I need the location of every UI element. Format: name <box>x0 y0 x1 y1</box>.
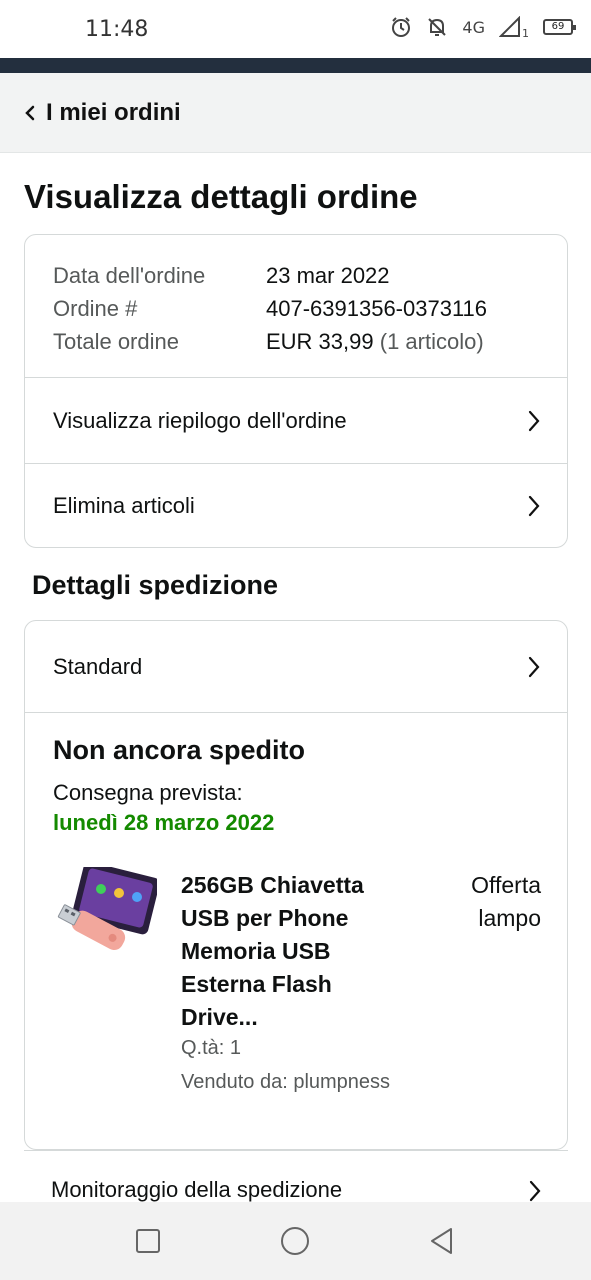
order-date-label: Data dell'ordine <box>53 262 206 288</box>
product-name[interactable]: 256GB Chiavetta USB per Phone Memoria US… <box>181 869 411 1034</box>
back-navigation[interactable]: I miei ordini <box>0 73 591 153</box>
recent-apps-icon[interactable] <box>133 1226 163 1256</box>
order-number-value: 407-6391356-0373116 <box>266 295 488 321</box>
chevron-right-icon <box>529 1180 541 1202</box>
remove-items-label: Elimina articoli <box>53 493 195 518</box>
order-total-value: EUR 33,99 (1 articolo) <box>266 329 484 355</box>
shipping-section-title: Dettagli spedizione <box>32 570 279 600</box>
product-item[interactable]: 256GB Chiavetta USB per Phone Memoria US… <box>53 867 541 1107</box>
status-bar: 11:48 4G 1 69 <box>0 0 591 58</box>
app-top-bar <box>0 58 591 73</box>
delivery-estimate-label: Consegna prevista: <box>53 780 243 805</box>
shipping-method-label: Standard <box>53 653 143 679</box>
shipping-card: Standard Non ancora spedito Consegna pre… <box>24 620 568 1150</box>
order-total-label: Totale ordine <box>53 328 179 354</box>
home-icon[interactable] <box>280 1226 310 1256</box>
order-total-amount: EUR 33,99 <box>266 328 374 354</box>
battery-icon: 69 <box>543 19 576 35</box>
product-seller: Venduto da: plumpness <box>181 1071 391 1093</box>
back-icon[interactable] <box>427 1226 457 1256</box>
order-total-row: Totale ordine EUR 33,99 (1 articolo) <box>53 325 539 358</box>
delivery-estimate-date: lunedì 28 marzo 2022 <box>53 810 275 835</box>
chevron-left-icon[interactable] <box>22 101 38 125</box>
shipment-tracking-label: Monitoraggio della spedizione <box>51 1177 343 1202</box>
chevron-right-icon <box>528 656 540 677</box>
signal-icon: 1 <box>499 16 529 38</box>
system-navigation-bar <box>0 1202 591 1280</box>
order-date-value: 23 mar 2022 <box>266 262 390 288</box>
network-type: 4G <box>462 17 485 37</box>
status-icons: 4G 1 69 <box>390 16 576 38</box>
chevron-right-icon <box>528 495 540 517</box>
shipping-method-link[interactable]: Standard <box>25 621 567 713</box>
chevron-right-icon <box>528 410 540 431</box>
order-summary: Data dell'ordine 23 mar 2022 Ordine # 40… <box>25 235 567 378</box>
remove-items-link[interactable]: Elimina articoli <box>25 463 567 547</box>
page-title: Visualizza dettagli ordine <box>24 178 418 215</box>
order-info-card: Data dell'ordine 23 mar 2022 Ordine # 40… <box>24 234 568 548</box>
shipment-tracking-link[interactable]: Monitoraggio della spedizione <box>24 1150 568 1202</box>
order-number-row: Ordine # 407-6391356-0373116 <box>53 292 539 325</box>
deal-badge: Offerta lampo <box>471 872 541 931</box>
view-order-summary-label: Visualizza riepilogo dell'ordine <box>53 407 347 433</box>
shipment-status: Non ancora spedito <box>53 735 306 765</box>
svg-text:1: 1 <box>522 27 529 38</box>
back-link-label[interactable]: I miei ordini <box>46 99 181 127</box>
view-order-summary-link[interactable]: Visualizza riepilogo dell'ordine <box>25 378 567 463</box>
bell-off-icon <box>428 18 447 36</box>
shipment-details: Non ancora spedito Consegna prevista: lu… <box>25 713 567 858</box>
product-thumbnail[interactable] <box>53 867 157 961</box>
status-time: 11:48 <box>85 17 149 42</box>
product-quantity: Q.tà: 1 <box>181 1037 242 1059</box>
order-item-count: (1 articolo) <box>379 328 484 354</box>
order-date-row: Data dell'ordine 23 mar 2022 <box>53 259 539 292</box>
alarm-icon <box>392 17 411 37</box>
order-number-label: Ordine # <box>53 295 138 321</box>
